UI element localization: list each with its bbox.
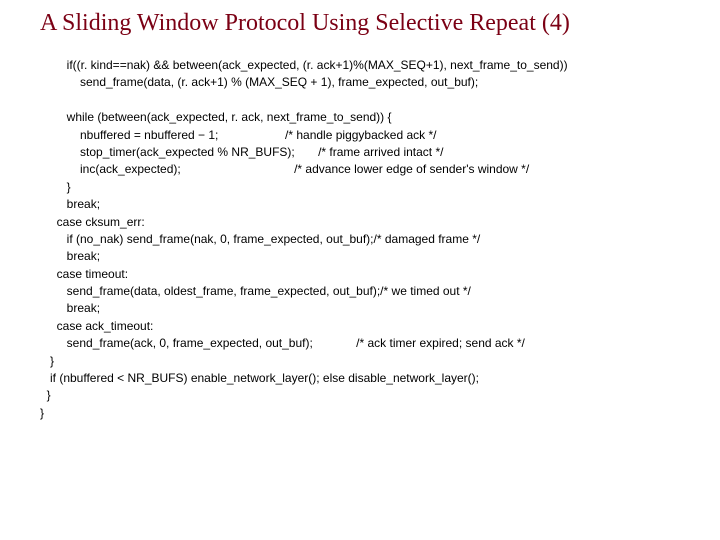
- code-line: send_frame(ack, 0, frame_expected, out_b…: [40, 336, 525, 350]
- code-line: nbuffered = nbuffered − 1; /* handle pig…: [40, 128, 436, 142]
- code-line: break;: [40, 249, 100, 263]
- code-line: break;: [40, 301, 100, 315]
- slide-title: A Sliding Window Protocol Using Selectiv…: [40, 10, 700, 37]
- code-line: }: [40, 406, 44, 420]
- code-line: }: [40, 354, 54, 368]
- code-line: case timeout:: [40, 267, 128, 281]
- code-line: case cksum_err:: [40, 215, 145, 229]
- code-line: }: [40, 180, 71, 194]
- code-line: send_frame(data, (r. ack+1) % (MAX_SEQ +…: [40, 75, 478, 89]
- code-line: if((r. kind==nak) && between(ack_expecte…: [40, 58, 568, 72]
- code-line: send_frame(data, oldest_frame, frame_exp…: [40, 284, 471, 298]
- code-line: while (between(ack_expected, r. ack, nex…: [40, 110, 392, 124]
- code-line: stop_timer(ack_expected % NR_BUFS); /* f…: [40, 145, 443, 159]
- code-line: case ack_timeout:: [40, 319, 153, 333]
- code-line: inc(ack_expected); /* advance lower edge…: [40, 162, 529, 176]
- code-line: }: [40, 388, 51, 402]
- slide: A Sliding Window Protocol Using Selectiv…: [0, 0, 720, 540]
- code-block: if((r. kind==nak) && between(ack_expecte…: [40, 57, 700, 422]
- code-line: if (nbuffered < NR_BUFS) enable_network_…: [40, 371, 479, 385]
- code-line: if (no_nak) send_frame(nak, 0, frame_exp…: [40, 232, 480, 246]
- code-line: break;: [40, 197, 100, 211]
